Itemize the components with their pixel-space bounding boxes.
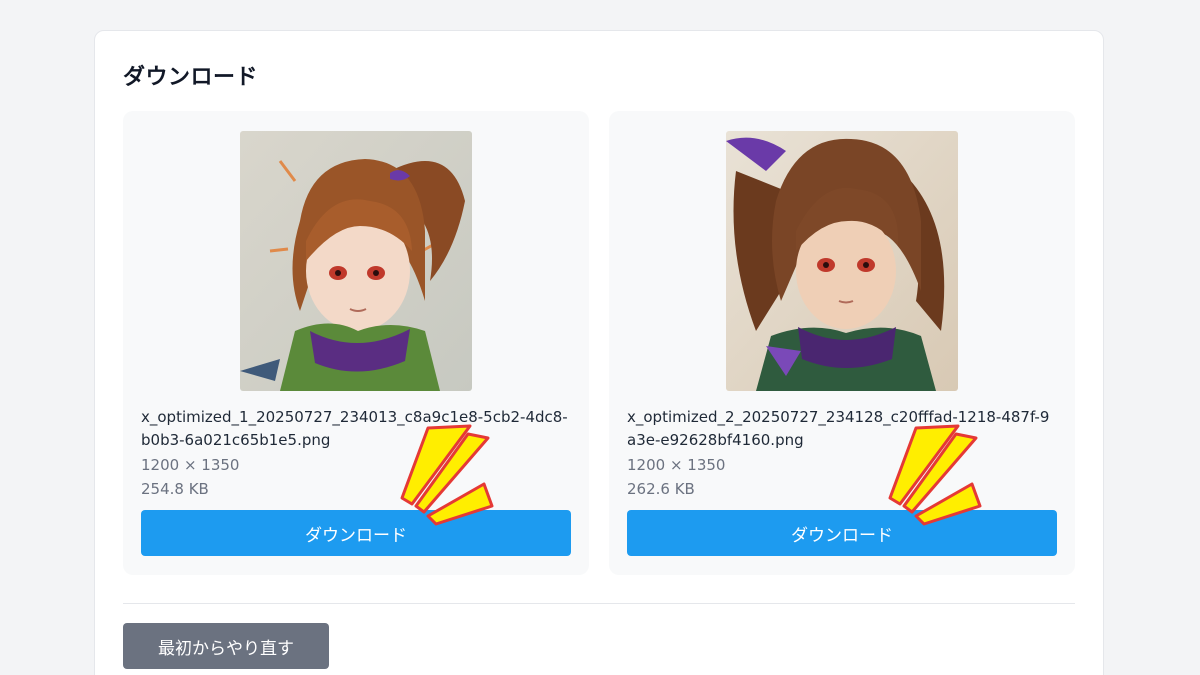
image-thumbnail-2 xyxy=(726,131,958,391)
image-card-2: x_optimized_2_20250727_234128_c20fffad-1… xyxy=(609,111,1075,575)
restart-button[interactable]: 最初からやり直す xyxy=(123,623,329,669)
panel-title: ダウンロード xyxy=(123,65,259,90)
image-filename-2: x_optimized_2_20250727_234128_c20fffad-1… xyxy=(627,408,1050,449)
download-button-2[interactable]: ダウンロード xyxy=(627,510,1057,556)
image-filesize-2: 262.6 KB xyxy=(627,480,695,498)
image-card-1: x_optimized_1_20250727_234013_c8a9c1e8-5… xyxy=(123,111,589,575)
image-dimensions-2: 1200 × 1350 xyxy=(627,456,726,474)
image-filesize-1: 254.8 KB xyxy=(141,480,209,498)
download-panel: ダウンロード x_optimized_1_20250727_234013_c8a… xyxy=(94,30,1104,675)
section-divider xyxy=(123,603,1075,604)
download-button-1[interactable]: ダウンロード xyxy=(141,510,571,556)
image-thumbnail-1 xyxy=(240,131,472,391)
image-filename-1: x_optimized_1_20250727_234013_c8a9c1e8-5… xyxy=(141,408,568,449)
image-dimensions-1: 1200 × 1350 xyxy=(141,456,240,474)
